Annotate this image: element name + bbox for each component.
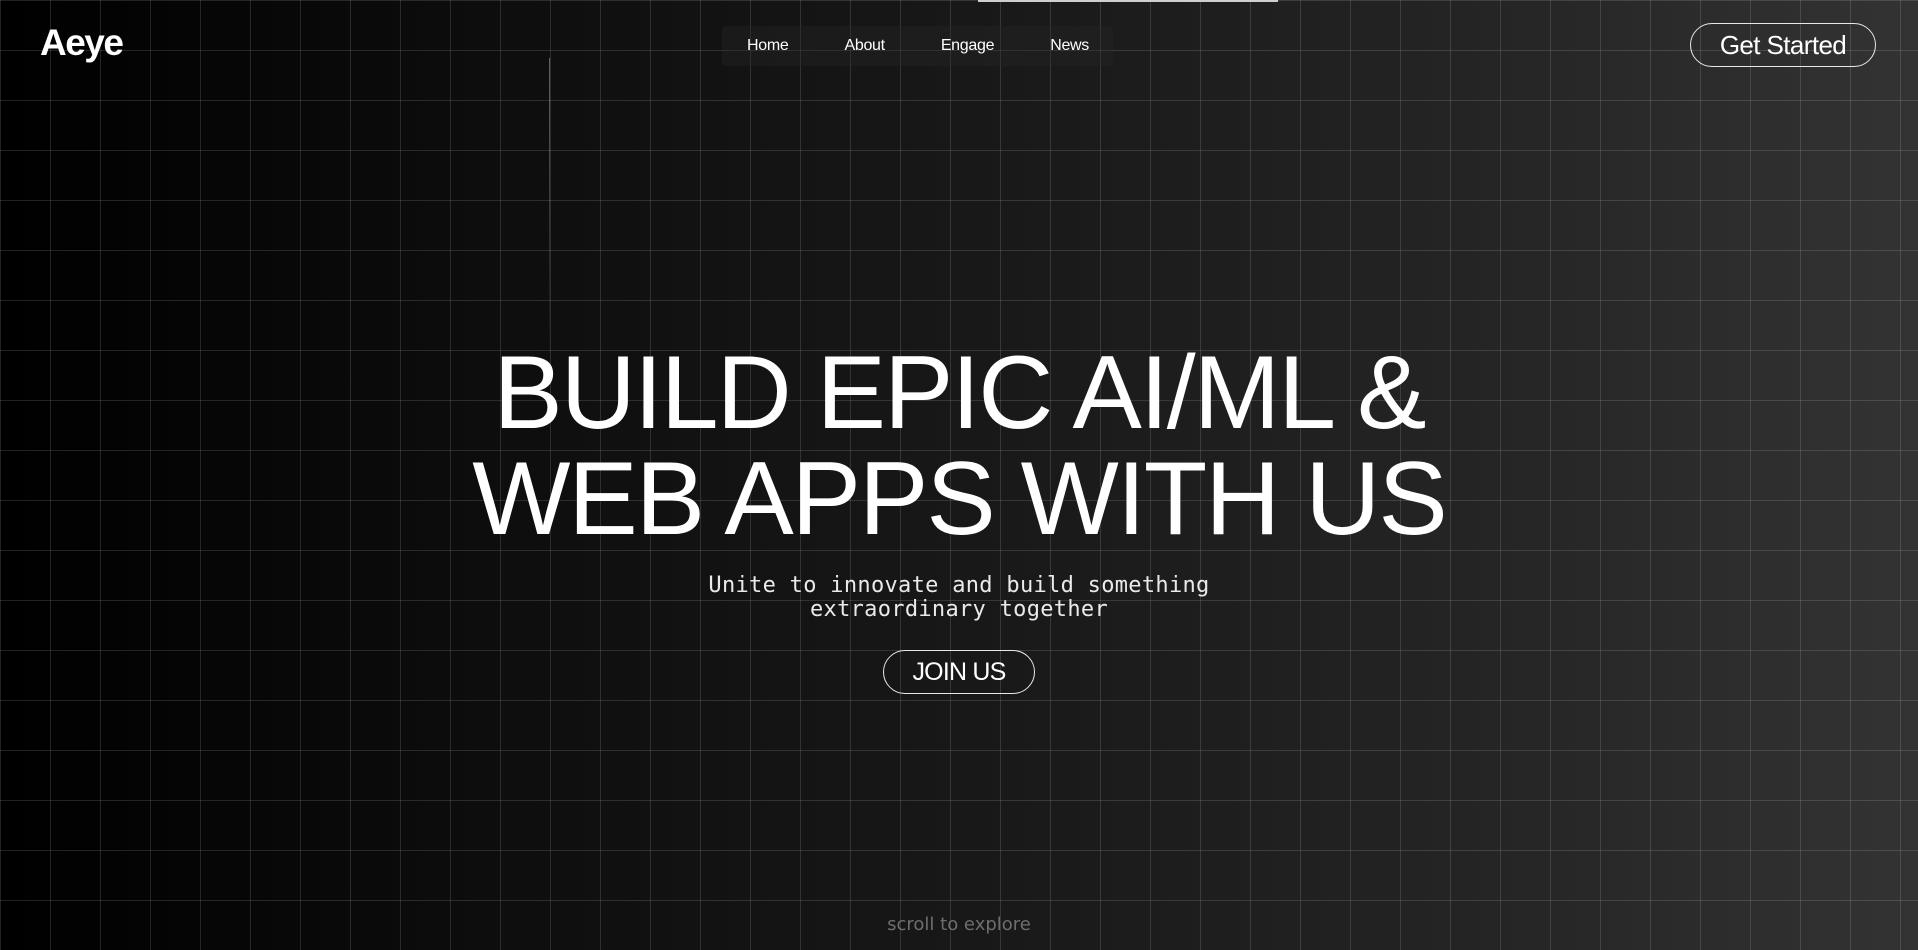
brand-logo[interactable]: Aeye — [40, 22, 124, 64]
hero-headline: BUILD EPIC AI/ML & WEB APPS WITH US — [0, 340, 1918, 552]
main-nav: Home About Engage News — [722, 26, 1113, 66]
site-header: Aeye Home About Engage News Get Started — [0, 0, 1918, 94]
join-us-button[interactable]: JOIN US — [883, 650, 1035, 694]
scroll-hint: scroll to explore — [887, 914, 1031, 935]
hero-subtitle: Unite to innovate and build something ex… — [708, 573, 1210, 622]
nav-item-home[interactable]: Home — [747, 37, 789, 55]
hero-section: BUILD EPIC AI/ML & WEB APPS WITH US Unit… — [0, 340, 1918, 694]
get-started-button[interactable]: Get Started — [1690, 23, 1876, 67]
nav-item-about[interactable]: About — [844, 37, 885, 55]
hero-headline-line-1: BUILD EPIC AI/ML & — [493, 335, 1426, 451]
nav-item-news[interactable]: News — [1050, 37, 1089, 55]
landing-page: Aeye Home About Engage News Get Started … — [0, 0, 1918, 950]
vertical-accent-line — [549, 58, 550, 358]
nav-item-engage[interactable]: Engage — [941, 37, 995, 55]
hero-headline-line-2: WEB APPS WITH US — [472, 441, 1447, 557]
